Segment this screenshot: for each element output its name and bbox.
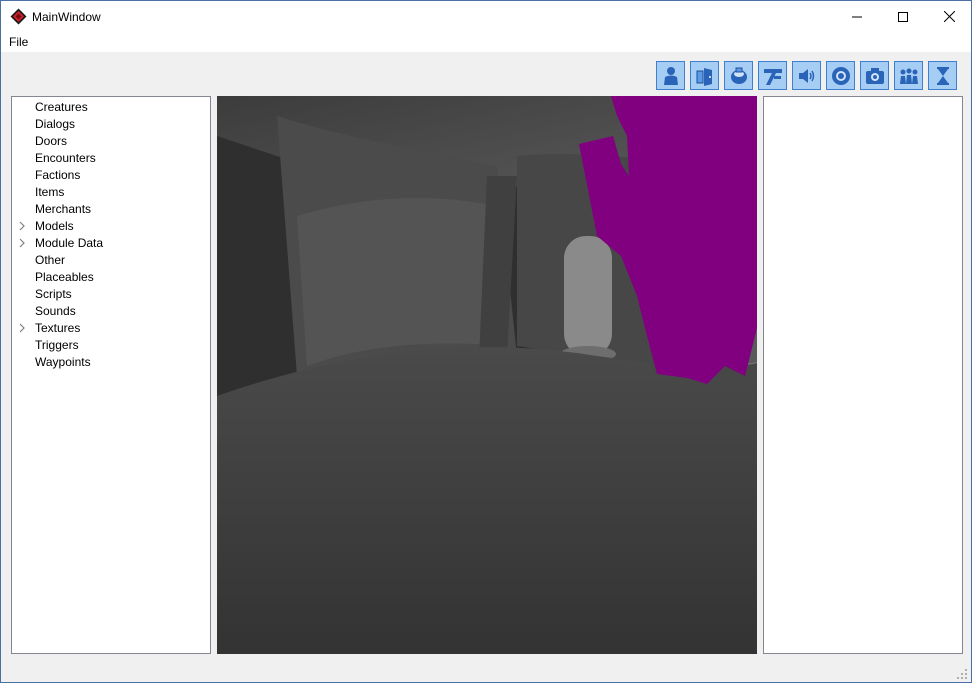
- tree-item[interactable]: Creatures: [12, 99, 210, 116]
- camera-icon: [865, 67, 884, 84]
- tree-item[interactable]: Items: [12, 184, 210, 201]
- tree-item[interactable]: Merchants: [12, 201, 210, 218]
- sound-tool-button[interactable]: [792, 61, 821, 90]
- close-button[interactable]: [926, 1, 972, 32]
- store-tool-button[interactable]: [928, 61, 957, 90]
- tree-item-label: Placeables: [35, 270, 94, 284]
- waypoint-tool-button[interactable]: [826, 61, 855, 90]
- app-logo-icon: [10, 8, 27, 25]
- cylinder-prop: [564, 236, 612, 356]
- tree-item-label: Module Data: [35, 236, 104, 250]
- tree-item[interactable]: Module Data: [12, 235, 210, 252]
- maximize-button[interactable]: [880, 1, 926, 32]
- tree-item[interactable]: Doors: [12, 133, 210, 150]
- close-icon: [943, 11, 955, 22]
- cave-wall-panel: [297, 198, 507, 366]
- creature-tool-button[interactable]: [656, 61, 685, 90]
- sound-icon: [798, 68, 814, 83]
- tree-item-label: Encounters: [35, 151, 96, 165]
- trigger-icon: [763, 68, 782, 85]
- tree-item-label: Scripts: [35, 287, 72, 301]
- menu-file[interactable]: File: [3, 34, 34, 50]
- tree-item-label: Merchants: [35, 202, 92, 216]
- tree-item[interactable]: Dialogs: [12, 116, 210, 133]
- tree-item-label: Doors: [35, 134, 68, 148]
- chevron-right-icon[interactable]: [17, 323, 27, 333]
- tree-item[interactable]: Triggers: [12, 337, 210, 354]
- tree-item-label: Items: [35, 185, 65, 199]
- tree-item[interactable]: Scripts: [12, 286, 210, 303]
- tree-item[interactable]: Placeables: [12, 269, 210, 286]
- encounter-tool-button[interactable]: [894, 61, 923, 90]
- tree-item[interactable]: Sounds: [12, 303, 210, 320]
- tree-item-label: Triggers: [35, 338, 79, 352]
- minimize-button[interactable]: [834, 1, 880, 32]
- 3d-viewport[interactable]: [217, 96, 757, 654]
- cave-floor: [217, 347, 757, 654]
- resource-tree[interactable]: Creatures Dialogs Doors Encounters Factions I…: [11, 96, 211, 654]
- chevron-right-icon[interactable]: [17, 221, 27, 231]
- tree-item[interactable]: Waypoints: [12, 354, 210, 371]
- tree-item-label: Sounds: [35, 304, 76, 318]
- waypoint-icon: [831, 66, 850, 85]
- tree-item-label: Factions: [35, 168, 81, 182]
- tree-item-label: Other: [35, 253, 66, 267]
- tree-item[interactable]: Models: [12, 218, 210, 235]
- trigger-tool-button[interactable]: [758, 61, 787, 90]
- tree-item[interactable]: Encounters: [12, 150, 210, 167]
- tree-item-label: Creatures: [35, 100, 88, 114]
- tree-item[interactable]: Factions: [12, 167, 210, 184]
- tree-item-label: Models: [35, 219, 74, 233]
- window-title: MainWindow: [32, 10, 101, 24]
- minimize-icon: [852, 16, 862, 17]
- main-window: MainWindow File Creatures Dialogs Doors …: [0, 0, 972, 683]
- creature-icon: [663, 66, 678, 85]
- tree-item-label: Dialogs: [35, 117, 76, 131]
- title-bar[interactable]: MainWindow: [1, 1, 971, 32]
- tree-item[interactable]: Textures: [12, 320, 210, 337]
- viewport-scene: [217, 96, 757, 654]
- placeable-icon: [730, 67, 747, 84]
- encounter-icon: [899, 68, 918, 84]
- camera-tool-button[interactable]: [860, 61, 889, 90]
- tree-item[interactable]: Other: [12, 252, 210, 269]
- placeable-tool-button[interactable]: [724, 61, 753, 90]
- door-icon: [696, 67, 712, 86]
- store-icon: [936, 66, 949, 85]
- door-tool-button[interactable]: [690, 61, 719, 90]
- chevron-right-icon[interactable]: [17, 238, 27, 248]
- menu-bar: File: [1, 32, 971, 52]
- properties-panel[interactable]: [763, 96, 963, 654]
- resize-grip-icon[interactable]: [956, 668, 968, 680]
- tree-item-label: Textures: [35, 321, 81, 335]
- tree-item-label: Waypoints: [35, 355, 91, 369]
- maximize-icon: [898, 11, 908, 22]
